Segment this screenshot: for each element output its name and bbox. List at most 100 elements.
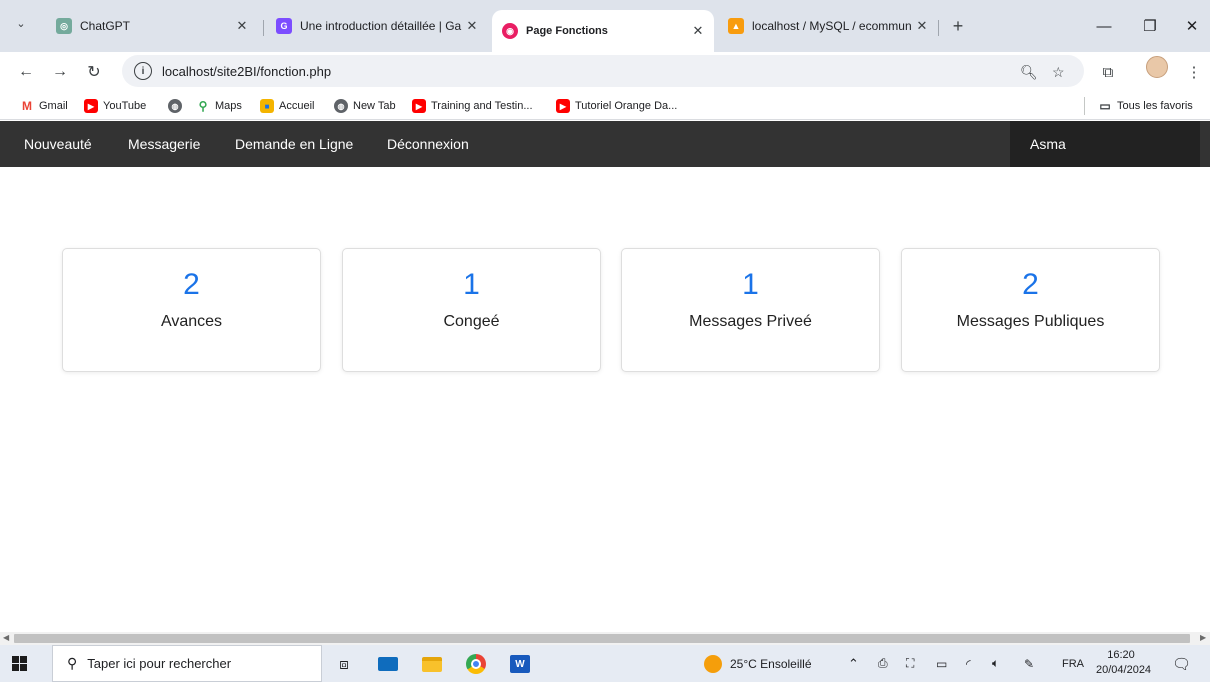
back-arrow-icon[interactable]: ← [14,60,38,84]
bookmark-globe[interactable]: ◍ [168,98,187,114]
chatgpt-icon: ◎ [56,18,72,34]
bookmark-star-icon[interactable]: ☆ [1052,64,1065,81]
show-hidden-icons-chevron-icon[interactable]: ⌃ [848,645,859,682]
stat-card-messages-publiques[interactable]: 2 Messages Publiques [901,248,1160,372]
system-clock[interactable]: 16:20 20/04/2024 [1096,648,1152,678]
bookmarks-separator [1084,97,1085,115]
address-url[interactable]: localhost/site2BI/fonction.php [162,64,331,79]
sun-icon [704,654,722,673]
forward-arrow-icon[interactable]: → [48,60,72,84]
bookmark-label: New Tab [353,100,396,112]
meet-icon[interactable]: ⎙ [878,645,888,682]
bookmark-maps[interactable]: ⚲ Maps [196,98,242,114]
new-tab-plus-icon[interactable]: + [948,16,968,36]
bookmark-label: Accueil [279,100,315,112]
menu-kebab-icon[interactable]: ⋮ [1182,60,1206,84]
bookmark-new-tab[interactable]: ◍ New Tab [334,98,396,114]
taskbar-search[interactable]: ⚲ Taper ici pour rechercher [52,645,322,682]
bookmark-label: Tutoriel Orange Da... [575,100,678,112]
bookmark-youtube[interactable]: ▶ YouTube [84,98,146,114]
profile-avatar[interactable] [1146,56,1168,78]
bookmark-label: Gmail [39,100,68,112]
stat-label: Avances [160,313,223,330]
tab-introduction[interactable]: G Une introduction détaillée | Ga ✕ [266,10,488,42]
notifications-icon[interactable]: 🗨︎ [1172,645,1191,682]
stat-count: 2 [1022,268,1039,301]
folder-icon: ▭ [1098,99,1112,113]
word-icon[interactable]: W [508,652,532,676]
all-bookmarks[interactable]: ▭ Tous les favoris [1098,98,1193,114]
globe-icon: ◍ [334,99,348,113]
file-explorer-icon[interactable] [420,652,444,676]
close-icon[interactable]: ✕ [464,18,480,34]
stat-card-messages-prives[interactable]: 1 Messages Priveé [621,248,880,372]
nav-demande-en-ligne[interactable]: Demande en Ligne [235,121,353,167]
minimize-icon[interactable]: — [1092,14,1116,38]
zoom-icon[interactable]: 🔍︎ [1020,64,1038,81]
nav-deconnexion[interactable]: Déconnexion [387,121,469,167]
pen-icon[interactable]: ✎ [1024,645,1034,682]
all-bookmarks-label: Tous les favoris [1117,100,1193,112]
tab-phpmyadmin[interactable]: ▲ localhost / MySQL / ecommun ✕ [718,10,938,42]
clock-time: 16:20 [1107,649,1135,661]
youtube-icon: ▶ [412,99,426,113]
windows-taskbar: ⚲ Taper ici pour rechercher ⧈ W 25°C Ens… [0,645,1210,682]
tab-title: Page Fonctions [526,25,608,37]
tab-page-fonctions[interactable]: ◉ Page Fonctions ✕ [492,10,714,52]
reload-icon[interactable]: ↻ [82,60,106,84]
gmail-icon: M [20,99,34,113]
mail-icon[interactable] [376,652,400,676]
chrome-icon[interactable] [464,652,488,676]
stat-count: 1 [463,268,480,301]
task-view-icon[interactable]: ⧈ [332,652,356,676]
clock-date: 20/04/2024 [1096,664,1152,676]
stat-count: 2 [183,268,200,301]
window-close-icon[interactable]: ✕ [1180,14,1204,38]
wifi-icon[interactable]: ◜ [966,645,971,682]
nav-nouveaute[interactable]: Nouveauté [24,121,92,167]
language-indicator[interactable]: FRA [1062,645,1084,682]
youtube-icon: ▶ [84,99,98,113]
bookmark-accueil[interactable]: ■ Accueil [260,98,314,114]
close-icon[interactable]: ✕ [914,18,930,34]
stat-card-conge[interactable]: 1 Congeé [342,248,601,372]
bookmark-training[interactable]: ▶ Training and Testin... [412,98,533,114]
defender-icon[interactable]: ⛶ [906,645,914,682]
tab-separator [263,20,264,36]
tab-title: Une introduction détaillée | Ga [300,19,462,33]
weather-text: 25°C Ensoleillé [730,656,812,671]
volume-icon[interactable]: 🔈︎ [992,645,999,682]
user-name[interactable]: Asma [1010,121,1200,167]
address-bar[interactable]: i localhost/site2BI/fonction.php [122,55,1084,87]
stat-label: Messages Publiques [956,313,1105,330]
extensions-icon[interactable]: ⧉ [1096,60,1120,84]
windows-start-icon[interactable] [12,656,27,671]
weather-widget[interactable]: 25°C Ensoleillé [704,645,812,682]
maps-icon: ⚲ [196,99,210,113]
tab-title: localhost / MySQL / ecommun [752,19,912,33]
taskbar-search-placeholder[interactable]: Taper ici pour rechercher [87,656,231,671]
scroll-left-icon[interactable]: ◀ [3,633,9,642]
bookmark-label: Maps [215,100,242,112]
browser-toolbar: ← → ↻ i localhost/site2BI/fonction.php 🔍… [0,52,1210,92]
youtube-icon: ▶ [556,99,570,113]
tab-chatgpt[interactable]: ◎ ChatGPT ✕ [46,10,258,42]
stat-card-avances[interactable]: 2 Avances [62,248,321,372]
bookmark-gmail[interactable]: M Gmail [20,98,68,114]
bookmark-tutoriel[interactable]: ▶ Tutoriel Orange Da... [556,98,677,114]
stat-count: 1 [742,268,759,301]
scroll-right-icon[interactable]: ▶ [1200,633,1206,642]
scrollbar-thumb[interactable] [14,634,1190,643]
site-info-icon[interactable]: i [134,62,152,80]
nav-messagerie[interactable]: Messagerie [128,121,200,167]
tab-search-chevron-icon[interactable]: ⌄ [10,12,32,34]
close-icon[interactable]: ✕ [234,18,250,34]
site-icon: ◉ [502,23,518,39]
site-icon: G [276,18,292,34]
site-navbar: Nouveauté Messagerie Demande en Ligne Dé… [0,121,1210,167]
battery-icon[interactable]: ▭ [936,645,947,682]
stat-label: Congeé [443,313,500,330]
restore-icon[interactable]: ❐ [1138,14,1162,38]
horizontal-scrollbar[interactable]: ◀ ▶ [0,632,1210,645]
close-icon[interactable]: ✕ [690,23,706,39]
